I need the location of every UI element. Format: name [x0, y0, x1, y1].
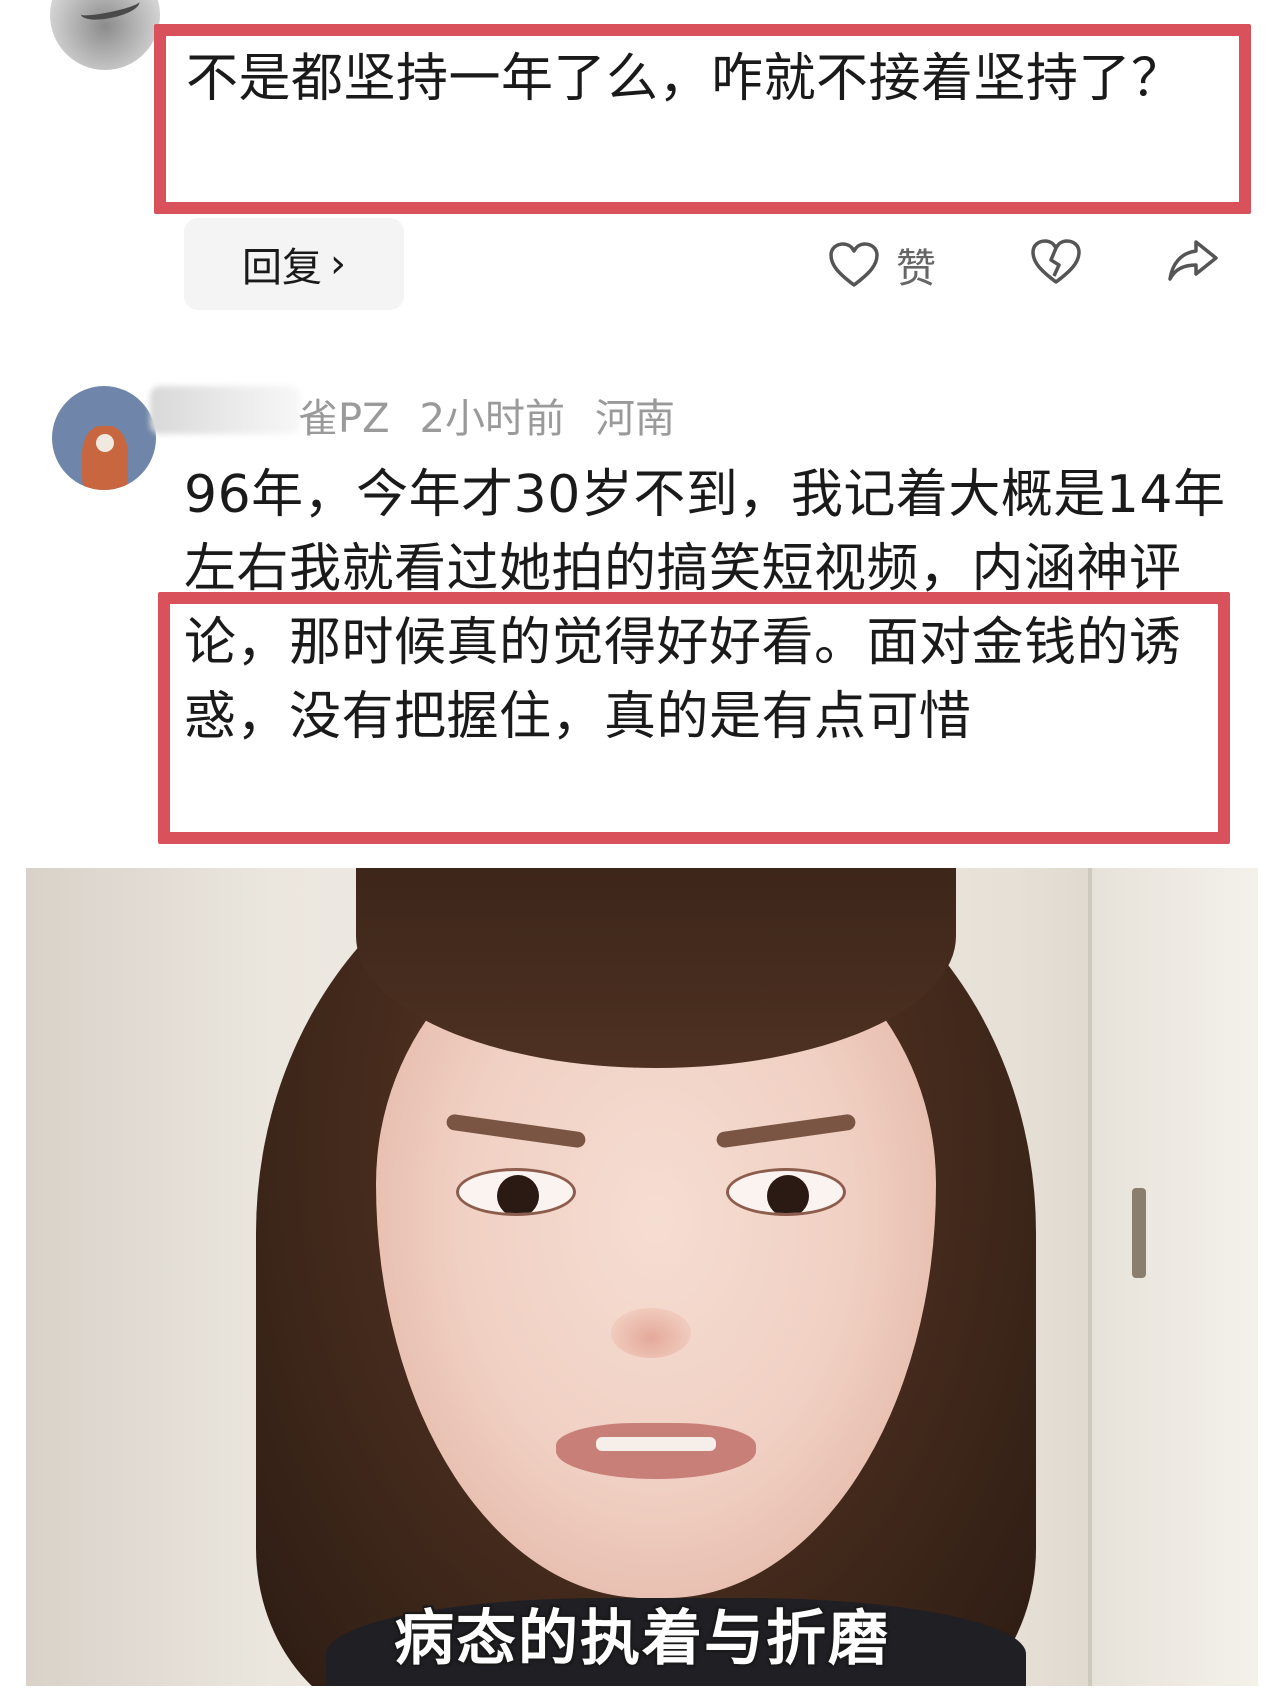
video-screenshot: 病态的执着与折磨 — [26, 868, 1258, 1686]
heart-icon — [828, 241, 880, 289]
chevron-right-icon: › — [330, 241, 346, 287]
timestamp: 2小时前 — [419, 396, 565, 442]
video-caption: 病态的执着与折磨 — [394, 1604, 890, 1674]
like-label: 赞 — [896, 246, 936, 292]
comment-meta: 雀PZ 2小时前 河南 — [298, 386, 675, 444]
share-arrow-icon[interactable] — [1166, 236, 1220, 284]
username-redaction — [150, 386, 300, 434]
reply-button[interactable]: 回复 › — [184, 218, 404, 310]
highlight-box — [158, 592, 1230, 844]
location: 河南 — [594, 396, 675, 442]
reply-label: 回复 — [242, 245, 322, 291]
highlight-box — [154, 24, 1251, 214]
commenter-avatar[interactable] — [52, 386, 156, 490]
broken-heart-icon[interactable] — [1030, 238, 1082, 286]
username[interactable]: 雀PZ — [298, 386, 390, 444]
commenter-avatar[interactable] — [50, 0, 160, 70]
like-button[interactable]: 赞 — [828, 236, 936, 294]
